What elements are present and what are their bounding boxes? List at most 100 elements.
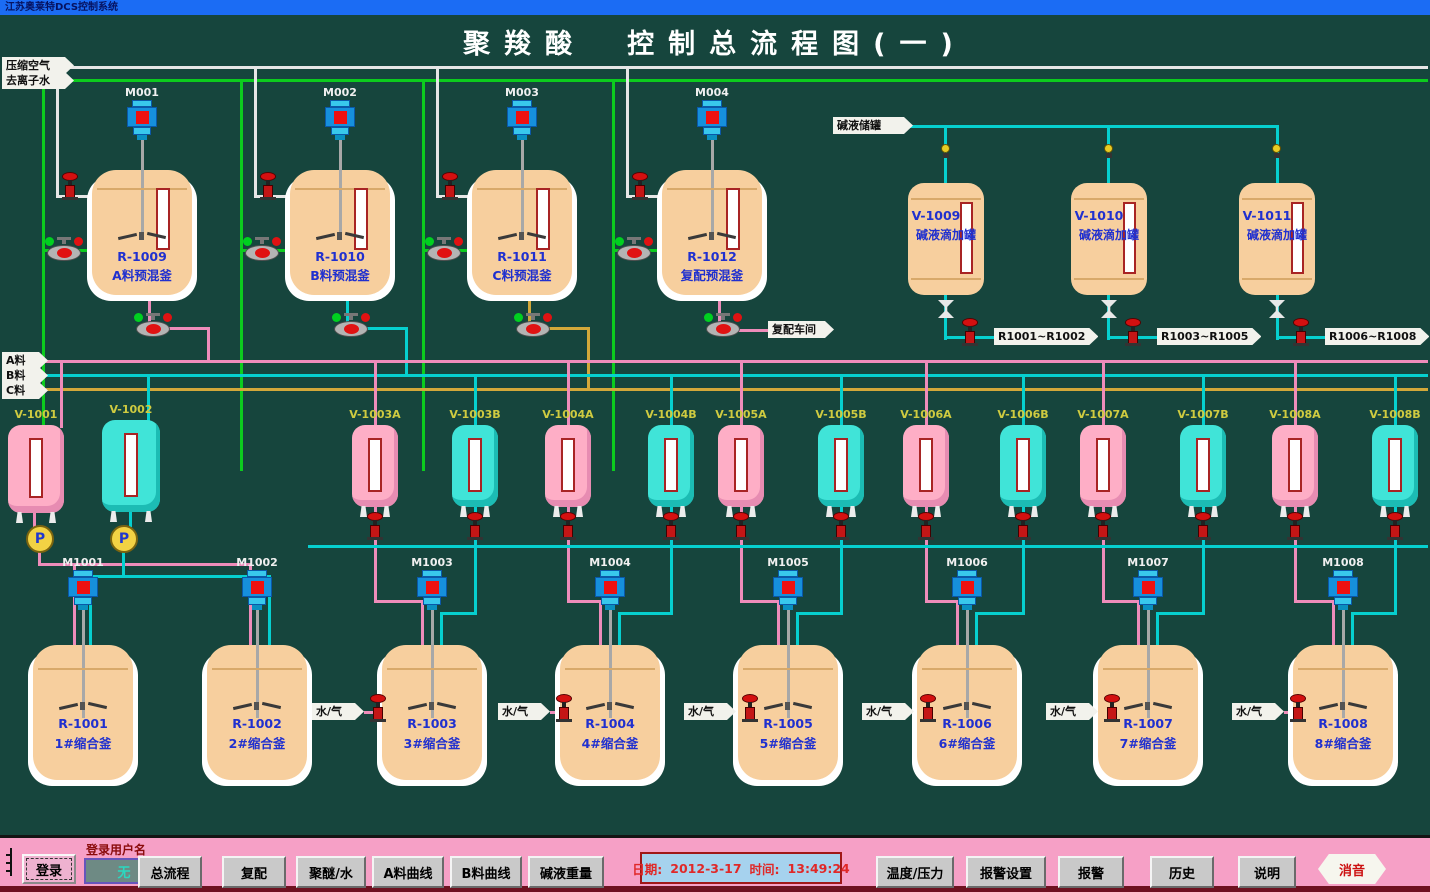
control-valve[interactable] [62, 172, 78, 201]
footer-button[interactable]: 碱液重量 [528, 856, 604, 888]
footer-button[interactable]: 聚醚/水 [296, 856, 366, 888]
motor-part [778, 570, 798, 577]
control-valve[interactable] [467, 512, 483, 541]
vessel-leg [911, 506, 918, 517]
vessel-label: V-1004B [631, 408, 711, 421]
impeller-blade [118, 233, 137, 240]
valve-part [344, 324, 359, 334]
pump-p2[interactable]: P [110, 525, 138, 553]
footer-button[interactable]: 说明 [1238, 856, 1296, 888]
vessel-label: V-1003B [435, 408, 515, 421]
vessel-label: V-1001 [0, 408, 76, 421]
vessel-leg [934, 506, 941, 517]
tank-name: 碱液滴加罐 [900, 226, 992, 243]
shutoff-valve[interactable] [941, 144, 951, 158]
valve-part [663, 537, 679, 540]
valve-part [344, 313, 358, 316]
login-button[interactable]: 登录 [22, 854, 76, 884]
control-valve[interactable] [632, 172, 648, 201]
level-gauge [468, 438, 482, 492]
motor-part [783, 605, 793, 610]
valve-part [1387, 537, 1403, 540]
ball-valve[interactable] [45, 237, 83, 262]
shutoff-valve[interactable] [1104, 144, 1114, 158]
ball-valve[interactable] [704, 313, 742, 338]
control-valve[interactable] [560, 512, 576, 541]
control-valve[interactable] [1095, 512, 1111, 541]
footer-button[interactable]: A料曲线 [372, 856, 444, 888]
valve-part [1195, 537, 1211, 540]
vessel-label: V-1007A [1063, 408, 1143, 421]
control-valve[interactable] [918, 512, 934, 541]
tank-seam [911, 278, 981, 280]
footer-button[interactable]: 报警设置 [966, 856, 1046, 888]
level-gauge [1096, 438, 1110, 492]
control-valve[interactable] [833, 512, 849, 541]
pipe-compressed-air [436, 66, 439, 198]
valve-part [627, 237, 641, 240]
control-valve[interactable] [260, 172, 276, 201]
valve-part [57, 237, 71, 240]
vessel-leg [49, 512, 56, 523]
motor-part [1333, 570, 1353, 577]
ball-valve[interactable] [615, 237, 653, 262]
page-title: 聚羧酸 控制总流程图(一) [0, 22, 1430, 61]
ball-valve[interactable] [514, 313, 552, 338]
tank-seam [1103, 668, 1193, 670]
valve-part [560, 537, 576, 540]
footer-button[interactable]: 报警 [1058, 856, 1124, 888]
motor-part [703, 127, 721, 135]
level-gauge [834, 438, 848, 492]
footer-button[interactable]: B料曲线 [450, 856, 522, 888]
pipe-transfer [308, 545, 1428, 548]
vessel-leg [1088, 506, 1095, 517]
tank-id: R-1004 [560, 716, 660, 731]
impeller-blade [59, 703, 78, 710]
control-valve[interactable] [733, 512, 749, 541]
impeller-blade [88, 702, 107, 709]
tank-seam [911, 198, 981, 200]
valve-part [437, 248, 452, 258]
control-valve[interactable] [962, 318, 978, 347]
footer-button[interactable]: 历史 [1150, 856, 1214, 888]
valve-part [57, 248, 72, 258]
valve-part [1104, 144, 1113, 153]
agitator-impeller [498, 230, 546, 242]
footer-button[interactable]: 复配 [222, 856, 286, 888]
impeller-blade [688, 233, 707, 240]
valve-part [526, 324, 541, 334]
datetime-date: 2012-3-17 [670, 861, 741, 876]
control-valve[interactable] [663, 512, 679, 541]
tank-id: R-1011 [472, 249, 572, 264]
mute-button[interactable]: 消音 [1318, 854, 1386, 884]
datetime-time_label: 时间: [750, 859, 780, 878]
control-valve[interactable] [442, 172, 458, 201]
control-valve[interactable] [1287, 512, 1303, 541]
pump-p1[interactable]: P [26, 525, 54, 553]
vessel-leg [679, 506, 686, 517]
ball-valve[interactable] [425, 237, 463, 262]
open-indicator-light [704, 313, 713, 322]
tank-id: R-1005 [738, 716, 838, 731]
level-gauge [1196, 438, 1210, 492]
control-valve[interactable] [367, 512, 383, 541]
control-valve[interactable] [1125, 318, 1141, 347]
motor-part [78, 605, 88, 610]
shutoff-valve[interactable] [1272, 144, 1282, 158]
control-valve[interactable] [1387, 512, 1403, 541]
flow-label-alkali-dest: R1006~R1008 [1325, 328, 1429, 345]
agitator-impeller [1319, 700, 1367, 712]
ball-valve[interactable] [332, 313, 370, 338]
footer-button[interactable]: 总流程 [138, 856, 202, 888]
tank-seam [1242, 198, 1312, 200]
tank-name: 4#缩合釜 [560, 733, 660, 752]
agitator-impeller [586, 700, 634, 712]
ball-valve[interactable] [134, 313, 172, 338]
control-valve[interactable] [1195, 512, 1211, 541]
footer-button[interactable]: 温度/压力 [876, 856, 954, 888]
impeller-blade [972, 702, 991, 709]
control-valve[interactable] [1293, 318, 1309, 347]
tank-name: 2#缩合釜 [207, 733, 307, 752]
ball-valve[interactable] [243, 237, 281, 262]
control-valve[interactable] [1015, 512, 1031, 541]
